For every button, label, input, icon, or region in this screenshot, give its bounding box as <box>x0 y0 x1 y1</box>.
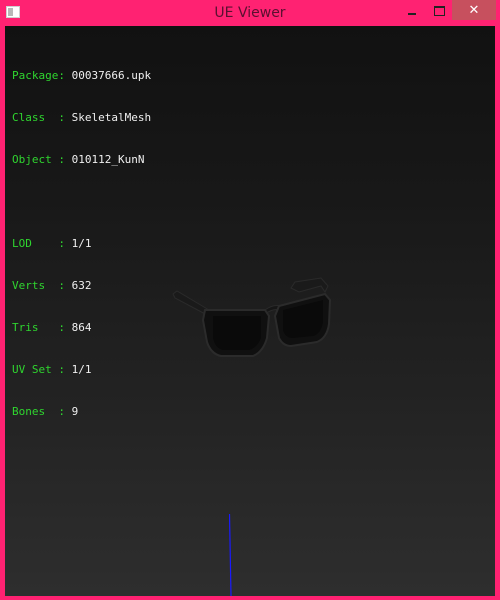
class-label: Class : <box>12 111 72 124</box>
verts-label: Verts : <box>12 279 72 292</box>
tris-label: Tris : <box>12 321 72 334</box>
lod-row: LOD : 1/1 <box>12 237 151 251</box>
object-label: Object : <box>12 153 72 166</box>
tris-value: 864 <box>71 321 92 334</box>
package-value: 00037666.upk <box>71 69 152 82</box>
mesh-viewport[interactable]: Package: 00037666.upk Class : SkeletalMe… <box>5 26 495 596</box>
uvset-label: UV Set : <box>12 363 72 376</box>
maximize-icon <box>433 5 445 16</box>
maximize-button[interactable] <box>425 0 453 20</box>
sunglasses-mesh[interactable] <box>165 276 335 386</box>
object-value: 010112_KunN <box>71 153 145 166</box>
class-row: Class : SkeletalMesh <box>12 111 151 125</box>
class-value: SkeletalMesh <box>71 111 152 124</box>
lod-label: LOD : <box>12 237 72 250</box>
tris-row: Tris : 864 <box>12 321 151 335</box>
uvset-row: UV Set : 1/1 <box>12 363 151 377</box>
package-label: Package: <box>12 69 72 82</box>
verts-row: Verts : 632 <box>12 279 151 293</box>
mesh-info-panel: Package: 00037666.upk Class : SkeletalMe… <box>12 41 151 447</box>
minimize-button[interactable] <box>398 0 426 20</box>
app-window: UE Viewer ✕ Package: 00037666.upk Class … <box>0 0 500 600</box>
lod-value: 1/1 <box>71 237 92 250</box>
verts-value: 632 <box>71 279 92 292</box>
vertical-axis-line <box>229 514 232 596</box>
bones-value: 9 <box>71 405 79 418</box>
bones-row: Bones : 9 <box>12 405 151 419</box>
minimize-icon <box>408 12 416 15</box>
object-row: Object : 010112_KunN <box>12 153 151 167</box>
close-button[interactable]: ✕ <box>452 0 496 20</box>
bones-label: Bones : <box>12 405 72 418</box>
title-bar[interactable]: UE Viewer ✕ <box>0 0 500 26</box>
package-row: Package: 00037666.upk <box>12 69 151 83</box>
uvset-value: 1/1 <box>71 363 92 376</box>
close-icon: ✕ <box>468 3 480 18</box>
